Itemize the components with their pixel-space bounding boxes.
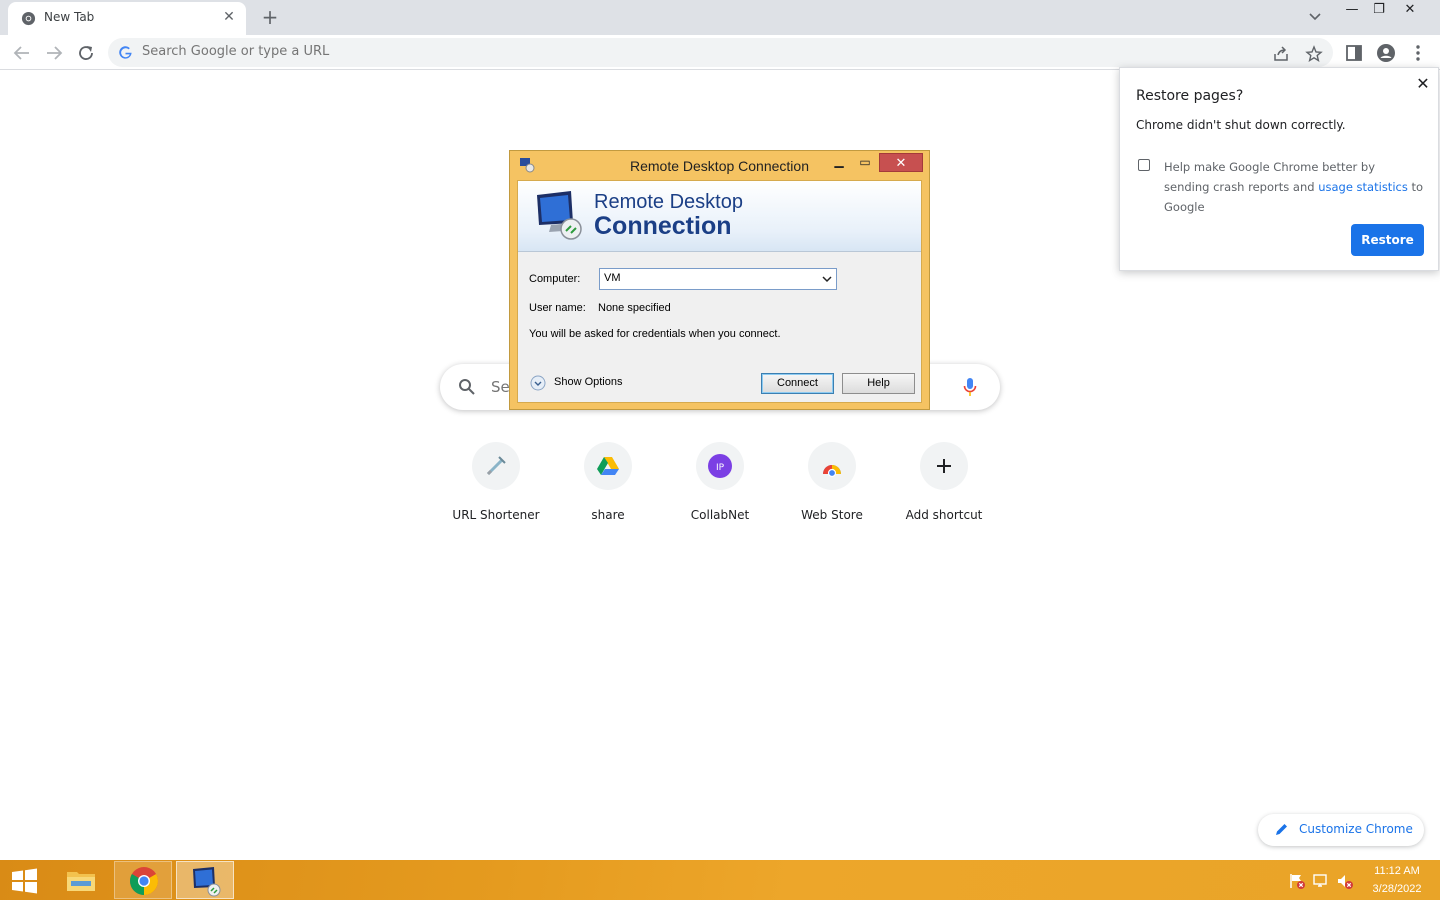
expand-circle-icon xyxy=(530,375,546,391)
file-explorer-icon xyxy=(67,872,95,891)
microphone-icon[interactable] xyxy=(962,376,978,398)
rdp-minimize-button[interactable]: ▁ xyxy=(828,154,850,172)
volume-muted-icon[interactable] xyxy=(1336,872,1354,890)
shortcut-share[interactable]: share xyxy=(552,442,664,532)
shortcut-tile xyxy=(584,442,632,490)
network-icon[interactable] xyxy=(1312,872,1330,890)
help-button[interactable]: Help xyxy=(842,373,915,394)
chevron-down-icon[interactable] xyxy=(821,273,833,285)
rdp-dialog: Remote Desktop Connection ▁ ▭ ✕ Remote D… xyxy=(509,150,930,410)
url-shortener-icon xyxy=(486,456,506,476)
shortcut-tile: IP xyxy=(696,442,744,490)
rdp-banner-line1: Remote Desktop xyxy=(594,191,743,213)
tab-search-chevron-icon[interactable] xyxy=(1305,8,1325,26)
customize-chrome-button[interactable]: Customize Chrome xyxy=(1258,814,1424,846)
google-drive-icon xyxy=(597,457,619,475)
rdp-banner-line2: Connection xyxy=(594,212,732,240)
shortcut-label: share xyxy=(591,508,625,522)
remote-desktop-monitor-icon xyxy=(537,191,582,240)
reload-icon[interactable] xyxy=(74,41,98,65)
taskbar-chrome[interactable] xyxy=(114,861,172,899)
omnibox[interactable] xyxy=(108,38,1333,67)
plus-icon xyxy=(937,459,951,473)
share-icon[interactable] xyxy=(1272,45,1290,63)
window-restore-button[interactable]: ❐ xyxy=(1364,0,1394,24)
google-g-icon xyxy=(119,46,132,59)
usage-statistics-link[interactable]: usage statistics xyxy=(1318,180,1408,194)
shortcut-web-store[interactable]: Web Store xyxy=(776,442,888,532)
shortcut-tile xyxy=(920,442,968,490)
windows-taskbar xyxy=(0,860,1440,900)
shortcut-label: Add shortcut xyxy=(905,508,983,522)
computer-label: Computer: xyxy=(529,273,581,285)
chrome-favicon-icon xyxy=(21,11,36,26)
restore-button[interactable]: Restore xyxy=(1351,224,1424,256)
rdp-close-button[interactable]: ✕ xyxy=(879,153,923,172)
bookmark-star-icon[interactable] xyxy=(1305,45,1323,63)
shortcut-url-shortener[interactable]: URL Shortener xyxy=(440,442,552,532)
tab-strip: New Tab ✕ + — ❐ ✕ xyxy=(0,0,1440,35)
windows-start-icon[interactable] xyxy=(6,866,42,896)
pencil-icon xyxy=(1276,824,1287,835)
rdp-banner: Remote Desktop Connection xyxy=(518,181,921,252)
shortcut-label: CollabNet xyxy=(690,508,750,522)
web-store-icon xyxy=(823,465,841,478)
shortcut-label: Web Store xyxy=(801,508,863,522)
tab-close-icon[interactable]: ✕ xyxy=(220,8,238,26)
taskbar-file-explorer[interactable] xyxy=(52,861,110,899)
show-options-toggle[interactable]: Show Options xyxy=(530,374,630,392)
remote-desktop-taskbar-icon xyxy=(193,867,221,897)
forward-arrow-icon[interactable] xyxy=(42,41,66,65)
connect-button[interactable]: Connect xyxy=(761,373,834,394)
action-center-flag-icon[interactable] xyxy=(1288,872,1306,890)
shortcut-tile xyxy=(472,442,520,490)
username-label: User name: xyxy=(529,302,586,314)
shortcut-tile xyxy=(808,442,856,490)
taskbar-clock-time[interactable]: 11:12 AM xyxy=(1367,865,1427,877)
side-panel-icon[interactable] xyxy=(1344,43,1364,63)
rdp-body: Remote Desktop Connection Computer: User… xyxy=(517,180,922,403)
shortcut-collabnet[interactable]: IP CollabNet xyxy=(664,442,776,532)
kebab-menu-icon[interactable] xyxy=(1408,43,1428,63)
taskbar-clock-date[interactable]: 3/28/2022 xyxy=(1367,883,1427,895)
search-icon xyxy=(459,379,475,395)
window-close-button[interactable]: ✕ xyxy=(1395,0,1425,24)
tab-new-tab[interactable]: New Tab ✕ xyxy=(8,2,246,35)
close-icon[interactable]: ✕ xyxy=(1414,75,1432,93)
collabnet-badge: IP xyxy=(716,463,725,473)
restore-message: Chrome didn't shut down correctly. xyxy=(1136,118,1346,132)
shortcut-label: URL Shortener xyxy=(452,508,540,522)
browser-toolbar xyxy=(0,35,1440,70)
customize-chrome-label: Customize Chrome xyxy=(1299,822,1413,836)
show-options-label: Show Options xyxy=(554,376,623,388)
restore-title: Restore pages? xyxy=(1136,88,1244,104)
rdp-titlebar[interactable]: Remote Desktop Connection ▁ ▭ ✕ xyxy=(510,151,929,179)
username-value: None specified xyxy=(598,302,671,314)
shortcut-add[interactable]: Add shortcut xyxy=(888,442,1000,532)
profile-avatar-icon[interactable] xyxy=(1376,43,1396,63)
crash-report-checkbox[interactable] xyxy=(1138,159,1150,171)
crash-report-checkbox-label: Help make Google Chrome better by sendin… xyxy=(1164,157,1424,217)
back-arrow-icon[interactable] xyxy=(10,41,34,65)
restore-pages-bubble: Restore pages? ✕ Chrome didn't shut down… xyxy=(1119,67,1439,271)
collabnet-icon: IP xyxy=(708,454,732,478)
tab-title: New Tab xyxy=(44,10,95,24)
chrome-icon xyxy=(130,867,158,895)
computer-combobox[interactable] xyxy=(599,268,837,290)
omnibox-input[interactable] xyxy=(142,44,1042,59)
credentials-note: You will be asked for credentials when y… xyxy=(529,328,781,340)
window-minimize-button[interactable]: — xyxy=(1337,0,1367,24)
taskbar-remote-desktop[interactable] xyxy=(176,861,234,899)
rdp-maximize-button[interactable]: ▭ xyxy=(854,154,876,172)
computer-input[interactable] xyxy=(604,272,804,284)
new-tab-button[interactable]: + xyxy=(258,5,282,29)
